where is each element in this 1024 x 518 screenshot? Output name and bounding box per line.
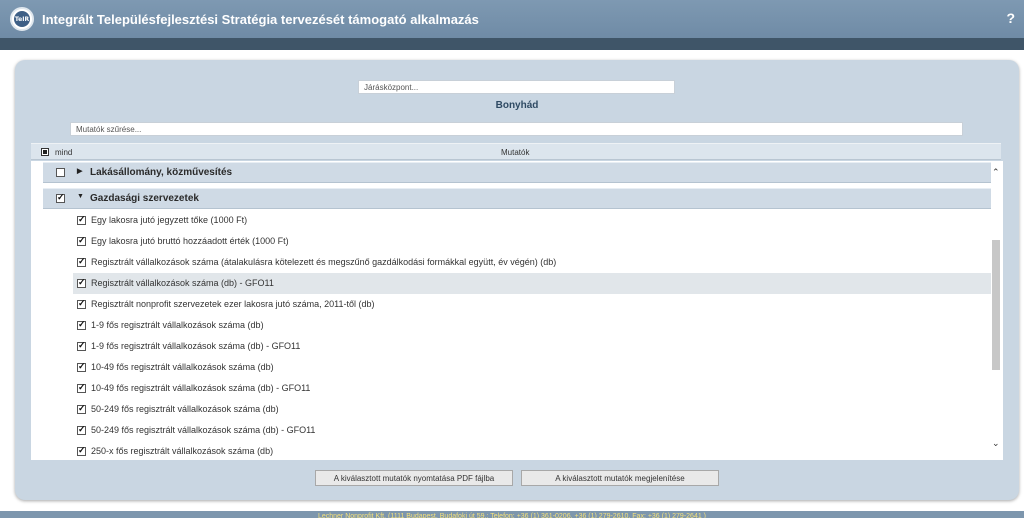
app-logo: TeIR	[10, 7, 34, 31]
header-divider-bar	[0, 38, 1024, 50]
indicator-checkbox[interactable]	[77, 382, 86, 393]
group-label: Lakásállomány, közművesítés	[90, 167, 233, 178]
indicator-list: ▶ Lakásállomány, közművesítés ▼ Gazdaság…	[31, 161, 1003, 460]
collapse-arrow-icon[interactable]: ▼	[77, 193, 84, 200]
group-row-economic[interactable]: ▼ Gazdasági szervezetek	[43, 188, 1003, 209]
indicator-item-highlighted[interactable]: Regisztrált vállalkozások száma (db) - G…	[73, 273, 1003, 294]
indicator-item[interactable]: 250-x fős regisztrált vállalkozások szám…	[73, 441, 1003, 460]
indicator-label: Regisztrált nonprofit szervezetek ezer l…	[91, 299, 375, 309]
indicator-label: 250-x fős regisztrált vállalkozások szám…	[91, 446, 274, 456]
indicator-label: 10-49 fős regisztrált vállalkozások szám…	[91, 362, 274, 372]
scroll-thumb[interactable]	[992, 240, 1000, 370]
indicator-checkbox[interactable]	[77, 424, 86, 435]
indicator-checkbox[interactable]	[77, 256, 86, 267]
indicator-checkbox[interactable]	[77, 235, 86, 246]
select-all-label: mind	[55, 148, 73, 157]
logo-mark: TeIR	[14, 11, 30, 27]
indicator-item[interactable]: 1-9 fős regisztrált vállalkozások száma …	[73, 315, 1003, 336]
indicator-checkbox[interactable]	[77, 277, 86, 288]
district-search-input[interactable]: Járásközpont...	[358, 80, 675, 94]
group-checkbox[interactable]	[56, 168, 65, 177]
indicator-label: 1-9 fős regisztrált vállalkozások száma …	[91, 341, 301, 351]
indicator-label: 10-49 fős regisztrált vállalkozások szám…	[91, 383, 311, 393]
list-header: mind Mutatók	[31, 143, 1001, 160]
indicator-item[interactable]: 50-249 fős regisztrált vállalkozások szá…	[73, 420, 1003, 441]
indicator-label: Regisztrált vállalkozások száma (db) - G…	[91, 278, 274, 288]
indicator-label: 50-249 fős regisztrált vállalkozások szá…	[91, 404, 279, 414]
indicator-item[interactable]: Egy lakosra jutó bruttó hozzáadott érték…	[73, 231, 1003, 252]
indicator-checkbox[interactable]	[77, 319, 86, 330]
location-title: Bonyhád	[495, 100, 539, 111]
group-checkbox[interactable]	[56, 192, 65, 203]
scroll-down-icon[interactable]: ⌄	[992, 438, 1000, 449]
list-scrollbar[interactable]: ⌃ ⌄	[991, 161, 1003, 460]
indicator-checkbox[interactable]	[77, 403, 86, 414]
group-label: Gazdasági szervezetek	[90, 193, 199, 204]
indicator-label: Egy lakosra jutó jegyzett tőke (1000 Ft)	[91, 215, 248, 225]
help-button[interactable]: ?	[1006, 10, 1015, 26]
indicator-item[interactable]: 10-49 fős regisztrált vállalkozások szám…	[73, 357, 1003, 378]
select-all-checkbox[interactable]	[41, 148, 49, 156]
indicator-label: 50-249 fős regisztrált vállalkozások szá…	[91, 425, 316, 435]
print-pdf-button[interactable]: A kiválasztott mutatók nyomtatása PDF fá…	[315, 470, 513, 486]
indicator-label: 1-9 fős regisztrált vállalkozások száma …	[91, 320, 264, 330]
indicator-item[interactable]: 50-249 fős regisztrált vállalkozások szá…	[73, 399, 1003, 420]
indicator-label: Regisztrált vállalkozások száma (átalaku…	[91, 257, 557, 267]
title-bar: TeIR Integrált Településfejlesztési Stra…	[0, 0, 1024, 38]
indicator-checkbox[interactable]	[77, 445, 86, 456]
footer-contact: Lechner Nonprofit Kft. (1111 Budapest, B…	[0, 511, 1024, 518]
indicator-item[interactable]: 1-9 fős regisztrált vállalkozások száma …	[73, 336, 1003, 357]
expand-arrow-icon[interactable]: ▶	[77, 167, 82, 175]
indicator-item[interactable]: Egy lakosra jutó jegyzett tőke (1000 Ft)	[73, 210, 1003, 231]
group-row-housing[interactable]: ▶ Lakásállomány, közművesítés	[43, 162, 1003, 183]
app-title: Integrált Településfejlesztési Stratégia…	[42, 11, 479, 27]
scroll-up-icon[interactable]: ⌃	[992, 167, 1000, 178]
indicator-checkbox[interactable]	[77, 340, 86, 351]
indicator-checkbox[interactable]	[77, 298, 86, 309]
indicator-filter-input[interactable]: Mutatók szűrése...	[70, 122, 963, 136]
indicator-item[interactable]: 10-49 fős regisztrált vállalkozások szám…	[73, 378, 1003, 399]
indicator-checkbox[interactable]	[77, 214, 86, 225]
main-panel: Járásközpont... Bonyhád Mutatók szűrése.…	[15, 60, 1019, 500]
indicator-label: Egy lakosra jutó bruttó hozzáadott érték…	[91, 236, 289, 246]
indicators-column-label: Mutatók	[501, 148, 530, 157]
indicator-item[interactable]: Regisztrált vállalkozások száma (átalaku…	[73, 252, 1003, 273]
indicator-checkbox[interactable]	[77, 361, 86, 372]
indicator-item[interactable]: Regisztrált nonprofit szervezetek ezer l…	[73, 294, 1003, 315]
show-indicators-button[interactable]: A kiválasztott mutatók megjelenítése	[521, 470, 719, 486]
